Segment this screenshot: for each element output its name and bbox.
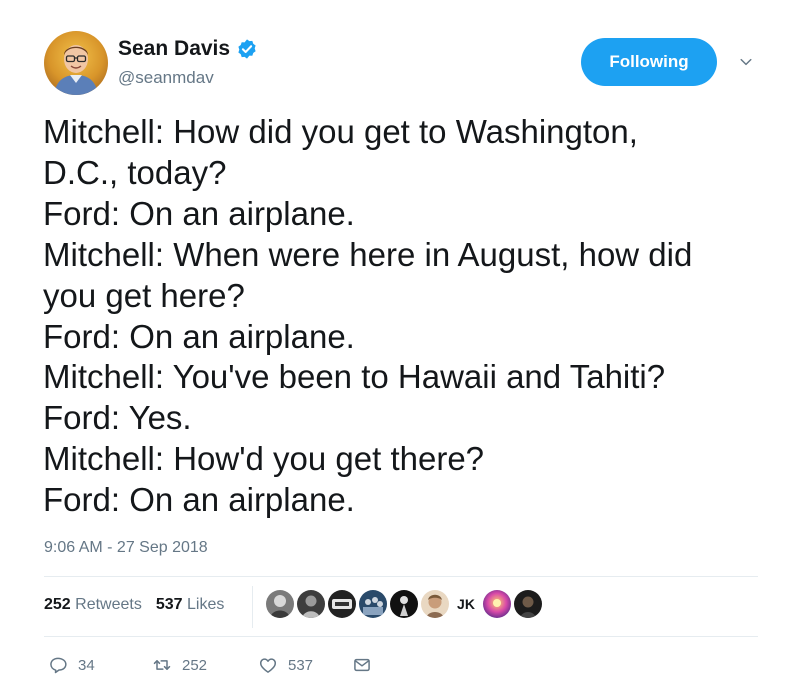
direct-message-icon bbox=[354, 658, 370, 672]
tweet-timestamp[interactable]: 9:06 AM - 27 Sep 2018 bbox=[44, 539, 208, 557]
author-handle[interactable]: @seanmdav bbox=[118, 68, 214, 88]
author-name-text[interactable]: Sean Davis bbox=[118, 37, 230, 61]
like-button[interactable]: 537 bbox=[258, 655, 352, 675]
liker-avatars: JK bbox=[266, 590, 542, 618]
reply-count: 34 bbox=[78, 656, 95, 674]
chevron-down-icon bbox=[740, 58, 752, 66]
retweets-stat[interactable]: 252 Retweets bbox=[44, 596, 142, 614]
retweet-count: 252 bbox=[182, 656, 208, 674]
tweet-text-line: D.C., today? bbox=[43, 153, 227, 191]
following-button[interactable]: Following bbox=[581, 38, 717, 86]
likes-label: Likes bbox=[187, 596, 225, 613]
liker-avatar[interactable] bbox=[483, 590, 511, 618]
tweet-text-line: Mitchell: When were here in August, how … bbox=[43, 235, 693, 273]
likes-stat[interactable]: 537 Likes bbox=[156, 596, 225, 614]
heart-icon bbox=[259, 658, 277, 673]
tweet-text: Mitchell: How did you get to Washington,… bbox=[43, 112, 763, 521]
verified-badge-icon bbox=[236, 38, 258, 60]
liker-avatar[interactable] bbox=[297, 590, 325, 618]
author-avatar[interactable] bbox=[44, 31, 108, 95]
tweet-text-line: Ford: On an airplane. bbox=[43, 317, 355, 355]
divider bbox=[44, 576, 758, 577]
liker-avatar[interactable] bbox=[328, 590, 356, 618]
reply-icon bbox=[50, 657, 67, 674]
liker-avatar[interactable] bbox=[421, 590, 449, 618]
divider bbox=[44, 636, 758, 637]
liker-avatar[interactable] bbox=[390, 590, 418, 618]
liker-avatar[interactable] bbox=[359, 590, 387, 618]
engagement-stats: 252 Retweets 537 Likes bbox=[44, 596, 224, 614]
retweets-label: Retweets bbox=[75, 596, 142, 613]
author-display-name[interactable]: Sean Davis bbox=[118, 37, 258, 61]
retweet-icon bbox=[153, 660, 171, 670]
tweet-text-line: Ford: On an airplane. bbox=[43, 194, 355, 232]
tweet-menu-button[interactable] bbox=[735, 52, 757, 72]
tweet-text-line: Mitchell: How'd you get there? bbox=[43, 440, 485, 478]
tweet-card: Sean Davis @seanmdav Following Mitchell:… bbox=[0, 0, 800, 697]
tweet-text-line: you get here? bbox=[43, 276, 245, 314]
liker-avatar[interactable] bbox=[514, 590, 542, 618]
liker-avatar[interactable] bbox=[266, 590, 294, 618]
direct-message-button[interactable] bbox=[352, 655, 372, 675]
like-count: 537 bbox=[288, 656, 314, 674]
stats-separator bbox=[252, 586, 253, 628]
tweet-text-line: Ford: Yes. bbox=[43, 399, 192, 437]
likes-count: 537 bbox=[155, 596, 183, 613]
retweets-count: 252 bbox=[44, 596, 71, 613]
tweet-actions: 34 252 537 bbox=[48, 655, 372, 675]
tweet-text-line: Mitchell: You've been to Hawaii and Tahi… bbox=[43, 358, 666, 396]
tweet-text-line: Ford: On an airplane. bbox=[43, 481, 355, 519]
liker-avatar-initials[interactable]: JK bbox=[452, 590, 480, 618]
tweet-text-line: Mitchell: How did you get to Washington, bbox=[43, 113, 638, 150]
retweet-button[interactable]: 252 bbox=[152, 655, 258, 675]
reply-button[interactable]: 34 bbox=[48, 655, 152, 675]
